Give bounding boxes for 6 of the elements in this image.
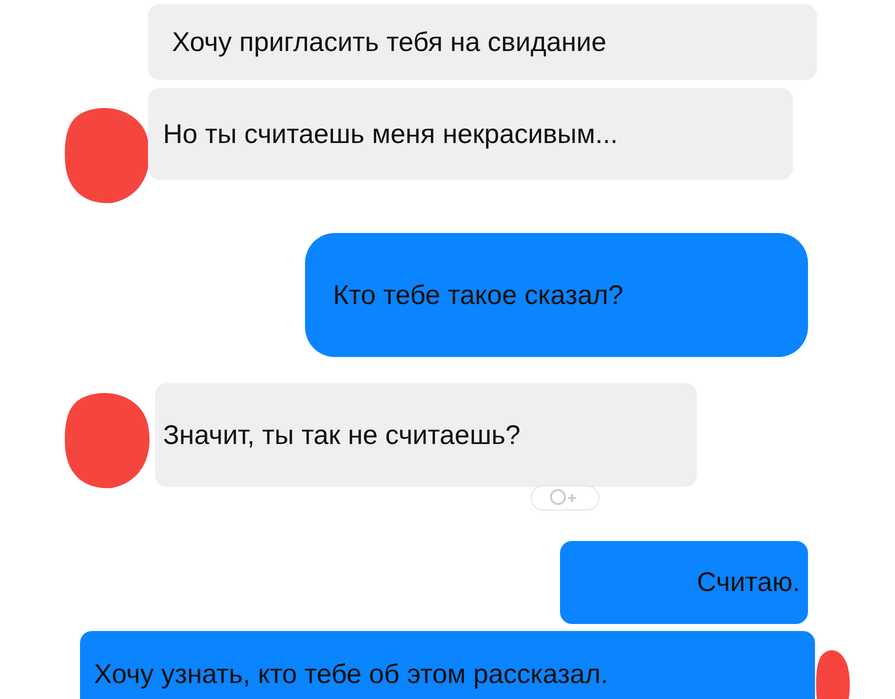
message-bubble: Считаю. xyxy=(560,541,808,624)
add-reaction-icon[interactable] xyxy=(530,485,600,511)
message-bubble: Но ты считаешь меня некрасивым... xyxy=(148,88,793,180)
message-bubble: Хочу пригласить тебя на свидание xyxy=(148,4,817,80)
message-bubble: Кто тебе такое сказал? xyxy=(305,233,808,357)
message-bubble: Хочу узнать, кто тебе об этом рассказал. xyxy=(80,631,815,699)
